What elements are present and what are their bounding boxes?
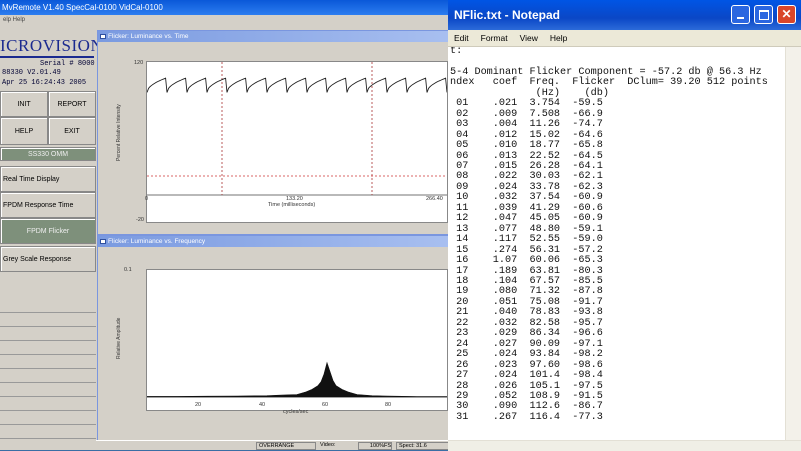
- control-sidebar: ICROVISION Serial # 8000 88330 V2.01.49 …: [0, 26, 104, 450]
- notepad-title: NFlic.txt - Notepad: [454, 8, 561, 22]
- empty-mode-slot: [0, 314, 96, 327]
- serial-number: 8000: [77, 60, 95, 68]
- window-icon: [100, 239, 106, 244]
- minimize-button[interactable]: [731, 5, 750, 24]
- close-icon: ✕: [781, 7, 792, 21]
- firmware-version: 88330 V2.01.49: [2, 69, 61, 77]
- brand-logo: ICROVISION: [0, 36, 104, 55]
- frequency-plot-frame: [146, 269, 448, 411]
- empty-mode-slot: [0, 328, 96, 341]
- fpdm-response-time-button[interactable]: FPDM Response Time: [0, 192, 96, 218]
- serial-row: Serial # 8000: [40, 60, 95, 68]
- x-tick-label: 0: [145, 196, 149, 202]
- text-line: 27 .024 101.4 -98.4: [450, 370, 603, 382]
- luminance-frequency-window: Flicker: Luminance vs. Frequency 0.1 20 …: [97, 235, 450, 442]
- video-percent: 100%FS: [358, 442, 392, 450]
- luminance-frequency-title-bar[interactable]: Flicker: Luminance vs. Frequency: [98, 236, 450, 247]
- vertical-scrollbar[interactable]: [785, 47, 801, 440]
- exit-button[interactable]: EXIT: [48, 117, 96, 145]
- empty-mode-slot: [0, 356, 96, 369]
- luminance-waveform: [146, 77, 448, 93]
- x-tick-label: 20: [195, 402, 202, 408]
- frequency-chart: [146, 361, 448, 398]
- y-tick-label: -20: [136, 217, 144, 223]
- luminance-time-title: Flicker: Luminance vs. Time: [108, 33, 189, 40]
- empty-mode-slot: [0, 300, 96, 313]
- minimize-icon: [737, 17, 744, 19]
- notepad-window: NFlic.txt - Notepad ✕ Edit Format View Help…: [448, 0, 801, 451]
- status-bar: OVERRANGE Video: 100%FS Spect: 31.6: [96, 440, 450, 450]
- spectrum-area: [146, 361, 448, 398]
- menu-help[interactable]: Help: [550, 33, 567, 43]
- x-axis-label: cycles/sec: [283, 409, 309, 415]
- app-title-bar[interactable]: MvRemote V1.40 SpecCal-0100 VidCal-0100: [0, 0, 450, 15]
- empty-mode-slot: [0, 398, 96, 411]
- window-icon: [100, 34, 106, 39]
- empty-mode-slot: [0, 426, 96, 439]
- spect-readout: Spect: 31.6: [396, 442, 450, 450]
- y-tick-label: 120: [134, 60, 144, 66]
- notepad-text-area[interactable]: t: 5-4 Dominant Flicker Component = -57.…: [448, 47, 785, 440]
- empty-mode-slot: [0, 440, 96, 450]
- x-tick-label: 40: [259, 402, 266, 408]
- fpdm-flicker-button[interactable]: FPDM Flicker: [0, 218, 96, 244]
- text-line: 31 .267 116.4 -77.3: [450, 411, 603, 423]
- close-button[interactable]: ✕: [777, 5, 796, 24]
- menu-format[interactable]: Format: [481, 33, 508, 43]
- empty-mode-slot: [0, 370, 96, 383]
- mvremote-window: MvRemote V1.40 SpecCal-0100 VidCal-0100 …: [0, 0, 450, 450]
- menu-view[interactable]: View: [520, 33, 538, 43]
- luminance-time-title-bar[interactable]: Flicker: Luminance vs. Time: [98, 31, 450, 42]
- real-time-display-button[interactable]: Real Time Display: [0, 166, 96, 192]
- y-tick-label: 0.1: [124, 267, 132, 273]
- horizontal-scrollbar[interactable]: [448, 440, 801, 451]
- notepad-menu-bar: Edit Format View Help: [448, 30, 801, 47]
- report-button[interactable]: REPORT: [48, 91, 96, 117]
- app-menu-bar[interactable]: elp Help: [0, 15, 450, 25]
- grey-scale-response-button[interactable]: Grey Scale Response: [0, 246, 96, 272]
- x-axis-label: Time (milliseconds): [268, 202, 316, 208]
- model-label: SS330 OMM: [0, 147, 96, 161]
- text-line: 16 1.07 60.06 -65.3: [450, 255, 603, 267]
- empty-mode-slot: [0, 342, 96, 355]
- y-axis-label: Relative Amplitude: [116, 317, 122, 359]
- maximize-button[interactable]: [754, 5, 773, 24]
- x-tick-label: 266.40: [426, 196, 443, 202]
- serial-label: Serial #: [40, 60, 74, 68]
- luminance-time-window: Flicker: Luminance vs. Time 120 -20 0 13…: [97, 30, 450, 235]
- x-tick-label: 60: [322, 402, 329, 408]
- text-line: 05 .010 18.77 -65.8: [450, 140, 603, 152]
- y-axis-label: Percent Relative Intensity: [116, 104, 122, 161]
- maximize-icon: [759, 10, 769, 20]
- overrange-indicator: OVERRANGE: [256, 442, 316, 450]
- x-tick-label: 80: [385, 402, 392, 408]
- empty-mode-slot: [0, 384, 96, 397]
- video-label: Video:: [318, 442, 356, 450]
- empty-mode-slot: [0, 412, 96, 425]
- brand-underline: [0, 56, 94, 58]
- help-button[interactable]: HELP: [0, 117, 48, 145]
- menu-edit[interactable]: Edit: [454, 33, 469, 43]
- text-line: t:: [450, 47, 463, 57]
- luminance-frequency-title: Flicker: Luminance vs. Frequency: [108, 238, 206, 245]
- device-datetime: Apr 25 16:24:43 2005: [2, 79, 87, 87]
- init-button[interactable]: INIT: [0, 91, 48, 117]
